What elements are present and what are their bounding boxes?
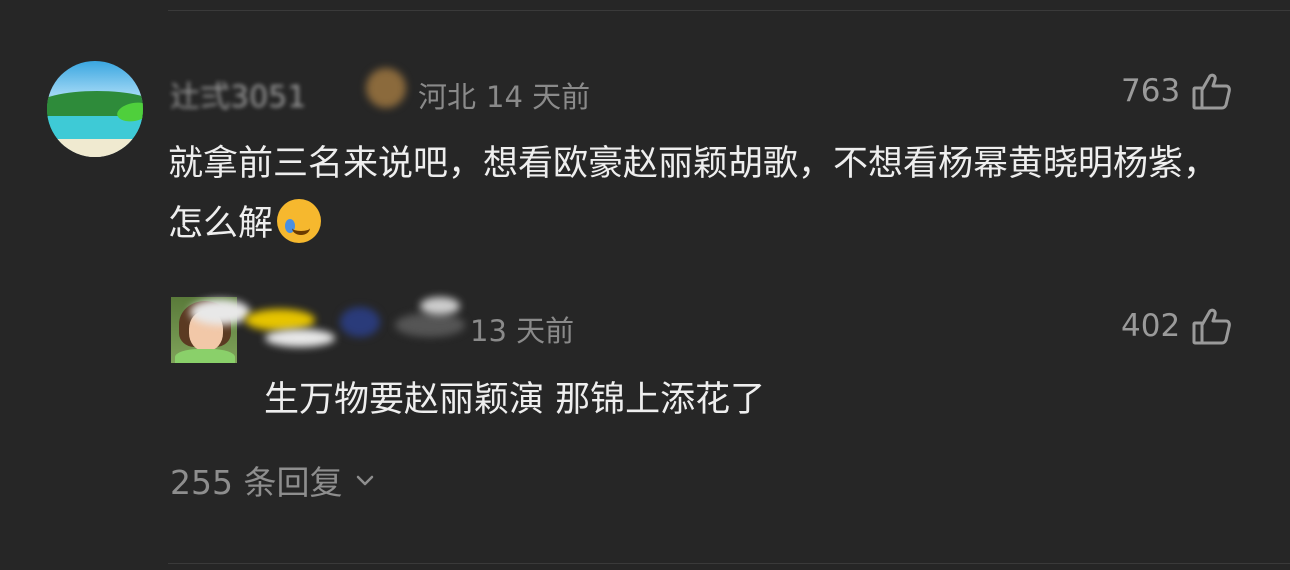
reply-username-blurred[interactable] bbox=[190, 297, 465, 351]
more-replies-label: 255 条回复 bbox=[170, 463, 343, 502]
comment-meta: 河北 14 天前 bbox=[418, 74, 600, 116]
thumbs-up-icon bbox=[1192, 308, 1232, 345]
comment-text: 就拿前三名来说吧，想看欧豪赵丽颖胡歌，不想看杨幂黄晓明杨紫，怎么解 bbox=[168, 134, 1248, 254]
top-divider bbox=[168, 10, 1290, 11]
user-badge-icon bbox=[366, 68, 406, 108]
comment-like-count: 763 bbox=[1121, 73, 1181, 109]
reply-like-button[interactable]: 402 bbox=[1121, 307, 1232, 345]
laughing-crying-icon bbox=[277, 199, 322, 243]
reply-like-count: 402 bbox=[1121, 308, 1181, 344]
reply-time: 13 天前 bbox=[470, 314, 575, 348]
comment-location: 河北 bbox=[418, 80, 477, 114]
commenter-username[interactable]: 辻弍3051 bbox=[170, 72, 306, 116]
chevron-down-icon bbox=[357, 475, 374, 486]
comment-body: 就拿前三名来说吧，想看欧豪赵丽颖胡歌，不想看杨幂黄晓明杨紫，怎么解 bbox=[168, 144, 1219, 244]
commenter-avatar[interactable] bbox=[47, 61, 143, 157]
thumbs-up-icon bbox=[1192, 73, 1232, 110]
view-more-replies-button[interactable]: 255 条回复 bbox=[170, 456, 376, 504]
comment-like-button[interactable]: 763 bbox=[1121, 72, 1232, 110]
bottom-divider bbox=[168, 563, 1290, 564]
comment-time: 14 天前 bbox=[486, 80, 591, 114]
reply-text: 生万物要赵丽颖演 那锦上添花了 bbox=[264, 380, 766, 420]
